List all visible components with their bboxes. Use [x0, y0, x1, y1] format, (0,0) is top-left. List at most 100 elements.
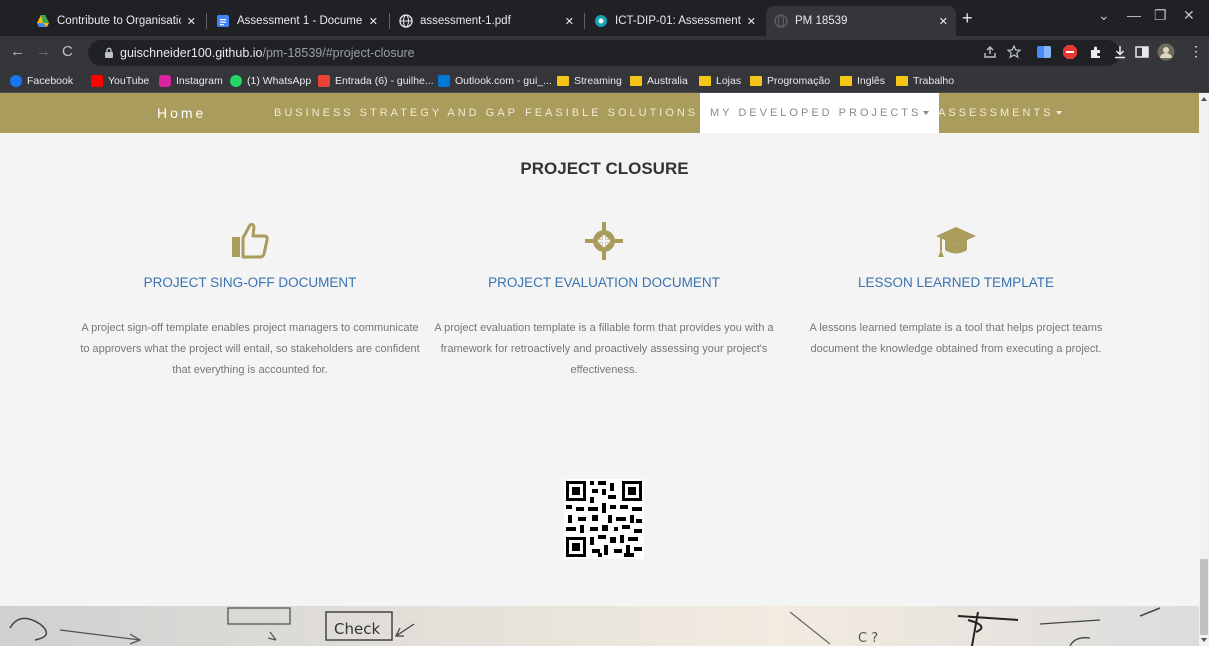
gmail-icon	[318, 75, 330, 87]
lessons-learned-description: A lessons learned template is a tool tha…	[809, 322, 1103, 355]
translate-extension-icon[interactable]	[1036, 44, 1052, 60]
nav-assessments-dropdown[interactable]: ASSESSMENTS	[938, 93, 1062, 133]
nav-home-link[interactable]: Home	[157, 93, 206, 133]
graduation-cap-icon	[936, 227, 976, 257]
youtube-icon	[91, 75, 103, 87]
tab-title: Contribute to Organisational Pri	[57, 15, 181, 27]
facebook-icon	[10, 75, 22, 87]
nav-feasible-solutions-link[interactable]: FEASIBLE SOLUTIONS	[525, 93, 698, 133]
url-host: guischneider100.github.io	[120, 46, 263, 60]
new-tab-button[interactable]: +	[962, 8, 973, 29]
hand-drawn-sketch-image: Check C ?	[9, 607, 1161, 646]
close-tab-icon[interactable]: ✕	[939, 15, 948, 28]
profile-avatar-icon[interactable]	[1157, 43, 1175, 61]
browser-tab[interactable]: Assessment 1 - Documentos Go ✕	[208, 6, 386, 36]
card-evaluation: PROJECT EVALUATION DOCUMENT A project ev…	[434, 221, 774, 381]
google-drive-icon	[37, 15, 49, 27]
bookmark-folder-ingles[interactable]: Inglês	[840, 72, 885, 90]
thumbs-up-icon	[232, 222, 269, 259]
bookmark-gmail[interactable]: Entrada (6) - guilhe...	[318, 72, 434, 90]
qr-code-image[interactable]	[564, 479, 644, 559]
bookmark-folder-lojas[interactable]: Lojas	[699, 72, 741, 90]
lessons-learned-link[interactable]: LESSON LEARNED TEMPLATE	[786, 275, 1126, 290]
globe-icon	[774, 14, 788, 28]
browser-tab-active[interactable]: PM 18539 ✕	[766, 6, 956, 36]
crosshairs-icon	[585, 222, 623, 260]
globe-icon	[399, 14, 413, 28]
nav-my-developed-projects-dropdown[interactable]: MY DEVELOPED PROJECTS	[700, 93, 940, 133]
bookmark-star-icon[interactable]	[1006, 44, 1022, 60]
sign-off-document-link[interactable]: PROJECT SING-OFF DOCUMENT	[80, 275, 420, 290]
folder-icon	[840, 76, 852, 86]
sketch-formula-label: C ?	[858, 631, 878, 646]
share-icon[interactable]	[982, 44, 998, 60]
browser-menu-icon[interactable]: ⋮	[1189, 43, 1203, 60]
folder-icon	[630, 76, 642, 86]
close-tab-icon[interactable]: ✕	[565, 15, 574, 28]
url-text: guischneider100.github.io/pm-18539/#proj…	[120, 46, 415, 60]
outlook-icon	[438, 75, 450, 87]
close-window-button[interactable]: ✕	[1183, 7, 1195, 24]
nav-business-strategy-link[interactable]: BUSINESS STRATEGY AND GAP	[274, 93, 518, 133]
tab-separator	[206, 13, 207, 29]
close-tab-icon[interactable]: ✕	[747, 15, 756, 28]
card-sign-off: PROJECT SING-OFF DOCUMENT A project sign…	[80, 221, 420, 381]
side-panel-icon[interactable]	[1134, 44, 1150, 60]
browser-tab[interactable]: assessment-1.pdf ✕	[391, 6, 582, 36]
tab-title: ICT-DIP-01: Assessment Templat	[615, 15, 741, 27]
tab-separator	[389, 13, 390, 29]
caret-down-icon	[923, 111, 930, 115]
bookmark-folder-streaming[interactable]: Streaming	[557, 72, 622, 90]
bookmark-outlook[interactable]: Outlook.com - gui_...	[438, 72, 552, 90]
evaluation-document-link[interactable]: PROJECT EVALUATION DOCUMENT	[434, 275, 774, 290]
folder-icon	[557, 76, 569, 86]
browser-tab-strip: Contribute to Organisational Pri ✕ Asses…	[0, 0, 1209, 36]
tab-title: assessment-1.pdf	[420, 15, 511, 27]
project-closure-section: PROJECT CLOSURE PROJECT SING-OFF DOCUMEN…	[0, 133, 1199, 606]
download-icon[interactable]	[1112, 44, 1128, 60]
bookmark-facebook[interactable]: Facebook	[10, 72, 73, 90]
bookmarks-bar: Facebook YouTube Instagram (1) WhatsApp …	[0, 70, 1209, 93]
close-tab-icon[interactable]: ✕	[369, 15, 378, 28]
card-lessons-learned: LESSON LEARNED TEMPLATE A lessons learne…	[786, 221, 1126, 360]
instagram-icon	[159, 75, 171, 87]
tab-title: Assessment 1 - Documentos Go	[237, 15, 363, 27]
tab-search-icon[interactable]: ⌄	[1098, 7, 1110, 24]
google-docs-icon	[217, 15, 229, 27]
folder-icon	[896, 76, 908, 86]
site-navbar: Home BUSINESS STRATEGY AND GAP FEASIBLE …	[0, 93, 1199, 133]
sketch-check-label: Check	[334, 620, 380, 638]
forward-button[interactable]: →	[36, 43, 51, 60]
whatsapp-icon	[230, 75, 242, 87]
evaluation-description: A project evaluation template is a filla…	[434, 322, 774, 376]
bookmark-instagram[interactable]: Instagram	[159, 72, 223, 90]
folder-icon	[750, 76, 762, 86]
bookmark-whatsapp[interactable]: (1) WhatsApp	[230, 72, 311, 90]
browser-tab[interactable]: Contribute to Organisational Pri ✕	[28, 6, 204, 36]
scrollbar-thumb[interactable]	[1200, 559, 1208, 635]
close-tab-icon[interactable]: ✕	[187, 15, 196, 28]
bookmark-folder-trabalho[interactable]: Trabalho	[896, 72, 954, 90]
reload-button[interactable]: C	[62, 43, 73, 60]
tab-separator	[584, 13, 585, 29]
extensions-puzzle-icon[interactable]	[1088, 44, 1104, 60]
caret-down-icon	[1055, 111, 1062, 115]
folder-icon	[699, 76, 711, 86]
minimize-button[interactable]: —	[1127, 7, 1141, 23]
lock-icon	[105, 47, 113, 58]
scroll-up-arrow[interactable]	[1201, 97, 1207, 101]
bookmark-folder-australia[interactable]: Australia	[630, 72, 688, 90]
site-icon	[595, 15, 607, 27]
page-scrollbar[interactable]	[1199, 93, 1209, 646]
browser-tab[interactable]: ICT-DIP-01: Assessment Templat ✕	[586, 6, 764, 36]
back-button[interactable]: ←	[10, 43, 25, 60]
footer-background-image: Check C ?	[0, 606, 1199, 646]
sign-off-description: A project sign-off template enables proj…	[80, 322, 420, 376]
adblock-extension-icon[interactable]	[1062, 44, 1078, 60]
bookmark-folder-programacao[interactable]: Progromação	[750, 72, 830, 90]
restore-button[interactable]: ❐	[1154, 7, 1167, 24]
section-title: PROJECT CLOSURE	[520, 159, 689, 178]
bookmark-youtube[interactable]: YouTube	[91, 72, 149, 90]
tab-title: PM 18539	[795, 15, 848, 27]
scroll-down-arrow[interactable]	[1201, 638, 1207, 642]
